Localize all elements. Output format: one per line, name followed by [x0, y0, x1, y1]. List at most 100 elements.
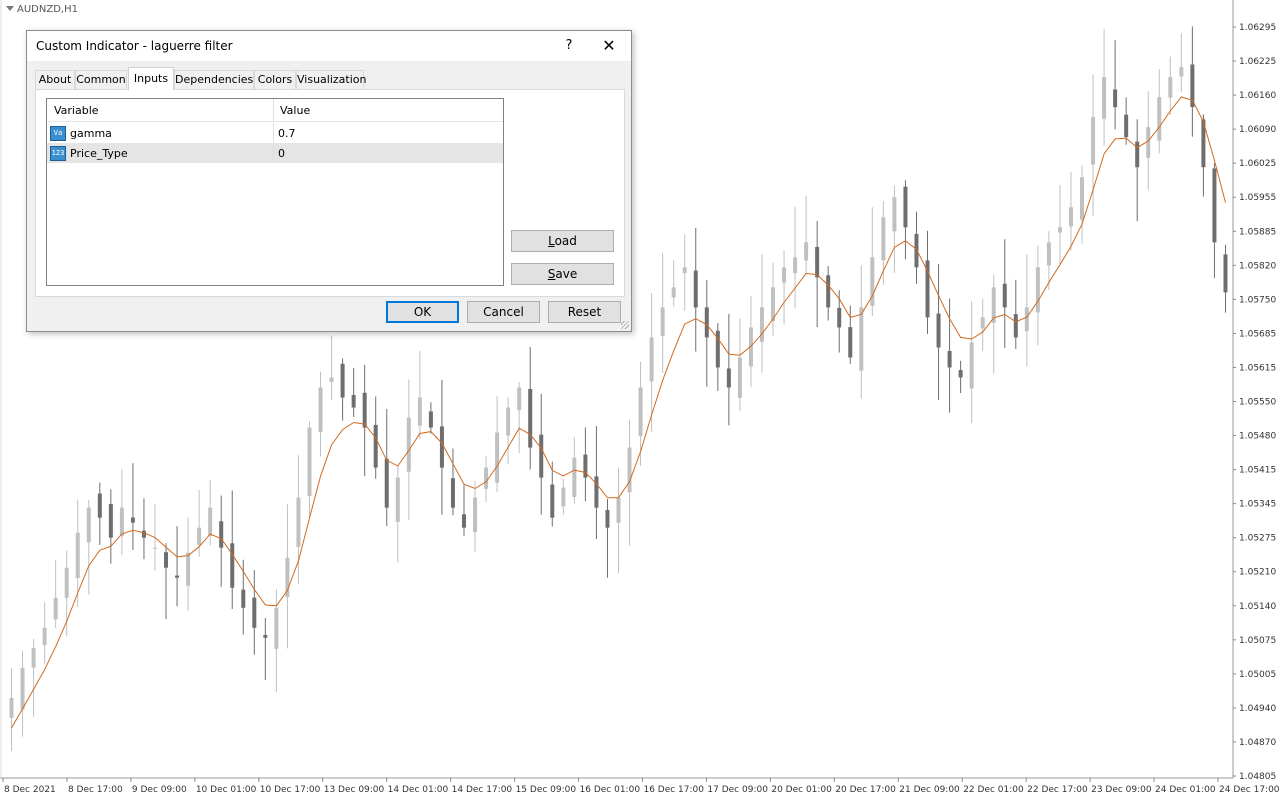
price-tick-label: 1.05345 — [1239, 500, 1276, 510]
input-row-price-type[interactable]: 123 Price_Type 0 — [47, 143, 503, 163]
tab-colors[interactable]: Colors — [254, 70, 296, 89]
column-header-variable[interactable]: Variable — [54, 104, 99, 117]
candle-body — [351, 394, 356, 408]
price-tick-label: 1.04805 — [1239, 772, 1276, 782]
dialog-titlebar[interactable]: Custom Indicator - laguerre filter ? ✕ — [27, 31, 631, 61]
candle-body — [307, 427, 312, 497]
time-tick-label: 23 Dec 09:00 — [1091, 785, 1152, 795]
candle-body — [594, 476, 599, 508]
candle-body — [704, 307, 709, 338]
candle-body — [660, 307, 665, 337]
candle-body — [1013, 314, 1018, 338]
candle-body — [318, 387, 323, 432]
resize-grip-icon[interactable] — [621, 321, 629, 329]
inputs-grid[interactable]: Variable Value Va gamma 0.7 123 Price_Ty… — [46, 98, 504, 286]
candle-body — [1091, 117, 1096, 165]
candle-body — [980, 317, 985, 329]
custom-indicator-dialog: Custom Indicator - laguerre filter ? ✕ A… — [26, 30, 632, 332]
tab-dependencies[interactable]: Dependencies — [174, 70, 254, 89]
input-name: Price_Type — [70, 147, 128, 160]
chart-menu-triangle-icon[interactable] — [6, 6, 14, 11]
candle-body — [97, 493, 102, 518]
column-separator[interactable] — [273, 99, 274, 121]
grid-header: Variable Value — [47, 99, 503, 122]
tab-inputs[interactable]: Inputs — [128, 67, 174, 90]
time-tick-label: 10 Dec 01:00 — [196, 785, 257, 795]
time-tick-label: 17 Dec 09:00 — [707, 785, 768, 795]
time-tick-label: 15 Dec 09:00 — [516, 785, 577, 795]
candle-body — [539, 434, 544, 478]
time-tick-label: 24 Dec 01:00 — [1155, 785, 1216, 795]
candle-body — [417, 397, 422, 426]
candle-body — [506, 407, 511, 436]
chart-symbol-label[interactable]: AUDNZD,H1 — [6, 4, 78, 15]
candle-body — [263, 634, 268, 638]
candle-body — [152, 547, 157, 549]
tab-visualization[interactable]: Visualization — [296, 70, 366, 89]
candle-body — [274, 607, 279, 649]
candle-body — [1002, 283, 1007, 308]
price-tick-label: 1.05140 — [1239, 602, 1276, 612]
candle-body — [461, 514, 466, 528]
price-tick-label: 1.06090 — [1239, 125, 1276, 135]
candle-body — [947, 350, 952, 368]
load-button[interactable]: Load — [511, 230, 614, 252]
time-tick-label: 9 Dec 09:00 — [132, 785, 187, 795]
candle-body — [627, 447, 632, 493]
candle-body — [726, 368, 731, 388]
candle-body — [20, 667, 25, 710]
candle-body — [1135, 141, 1140, 168]
reset-button[interactable]: Reset — [548, 301, 621, 323]
cancel-button[interactable]: Cancel — [467, 301, 540, 323]
close-button[interactable]: ✕ — [587, 32, 631, 60]
candle-body — [119, 507, 124, 537]
help-button[interactable]: ? — [547, 32, 591, 60]
save-button[interactable]: Save — [511, 263, 614, 285]
candle-body — [31, 647, 36, 668]
candle-body — [881, 217, 886, 261]
candle-body — [649, 337, 654, 382]
price-tick-label: 1.05005 — [1239, 670, 1276, 680]
input-row-gamma[interactable]: Va gamma 0.7 — [47, 123, 503, 143]
input-value[interactable]: 0 — [278, 147, 285, 160]
candle-body — [197, 527, 202, 545]
candle-body — [428, 411, 433, 428]
price-tick-label: 1.06025 — [1239, 159, 1276, 169]
candle-body — [75, 532, 80, 579]
time-tick-label: 20 Dec 01:00 — [771, 785, 832, 795]
candle-body — [561, 487, 566, 507]
price-tick-label: 1.05685 — [1239, 329, 1276, 339]
candle-body — [737, 357, 742, 398]
column-header-value[interactable]: Value — [280, 104, 310, 117]
time-tick-label: 22 Dec 17:00 — [1027, 785, 1088, 795]
candle-body — [450, 478, 455, 508]
candle-body — [693, 270, 698, 308]
candle-body — [252, 597, 257, 628]
candle-body — [296, 497, 301, 547]
candle-body — [362, 392, 367, 428]
input-value[interactable]: 0.7 — [278, 127, 296, 140]
candle-body — [208, 507, 213, 536]
price-tick-label: 1.05955 — [1239, 193, 1276, 203]
candle-body — [903, 186, 908, 228]
candle-body — [473, 497, 478, 533]
time-tick-label: 22 Dec 01:00 — [963, 785, 1024, 795]
candle-body — [759, 307, 764, 342]
candle-body — [1223, 254, 1228, 293]
candle-body — [384, 458, 389, 508]
integer-variable-icon: 123 — [50, 146, 66, 161]
candle-body — [340, 363, 345, 398]
ok-button[interactable]: OK — [386, 301, 459, 323]
symbol-text: AUDNZD,H1 — [17, 4, 78, 15]
candle-body — [605, 510, 610, 528]
candle-body — [186, 552, 191, 586]
tab-common[interactable]: Common — [75, 70, 127, 89]
price-tick-label: 1.04870 — [1239, 738, 1276, 748]
candle-body — [1212, 168, 1217, 243]
price-tick-label: 1.06295 — [1239, 23, 1276, 33]
price-tick-label: 1.05885 — [1239, 227, 1276, 237]
cell-separator — [273, 143, 274, 163]
candle-body — [616, 497, 621, 523]
tab-about[interactable]: About — [35, 70, 75, 89]
candle-body — [572, 457, 577, 498]
